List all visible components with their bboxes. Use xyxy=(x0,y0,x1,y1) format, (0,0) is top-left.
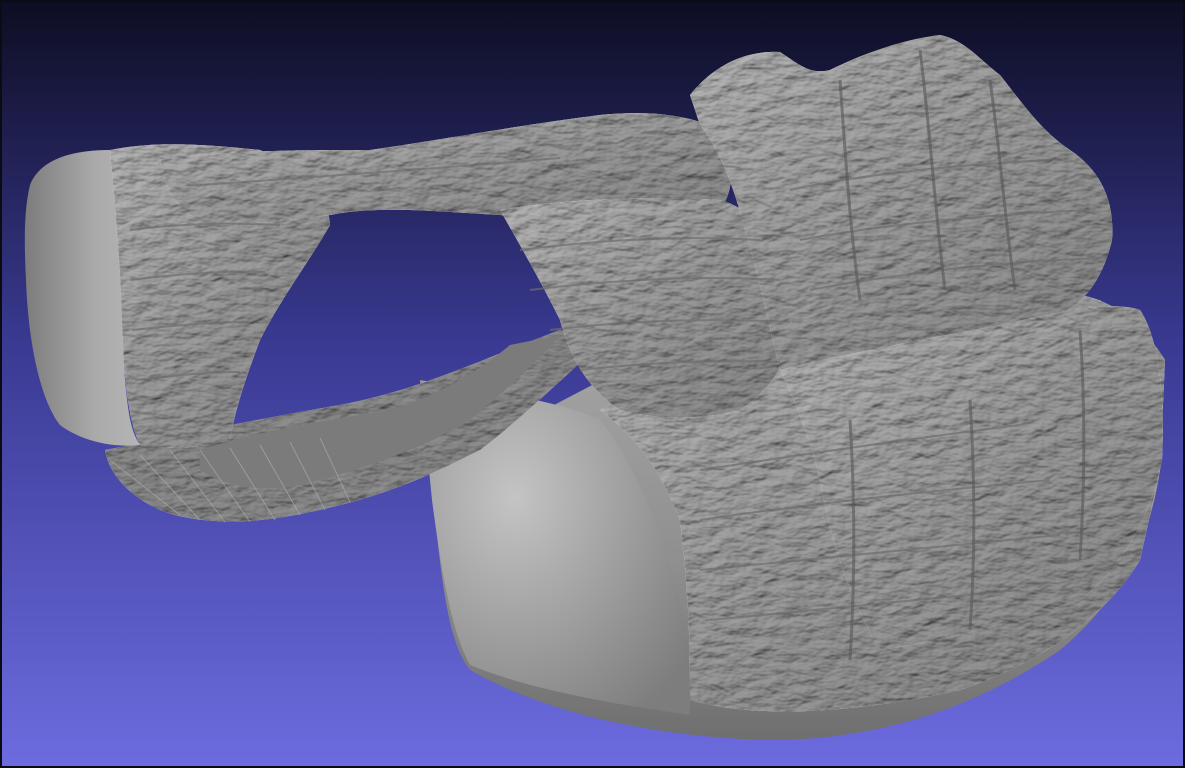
viewport-canvas[interactable] xyxy=(0,0,1185,768)
3d-viewport[interactable] xyxy=(0,0,1185,768)
